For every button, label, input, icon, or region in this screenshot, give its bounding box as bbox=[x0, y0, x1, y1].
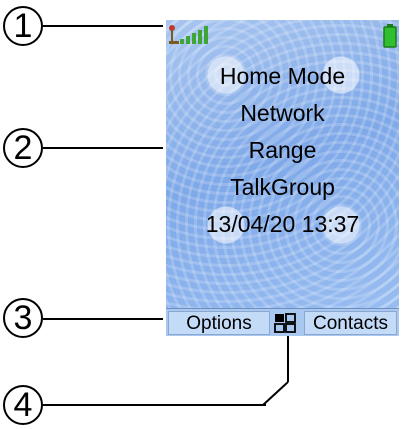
status-bar bbox=[166, 20, 399, 50]
antenna-icon bbox=[169, 25, 179, 44]
callout-4-leader bbox=[43, 404, 266, 406]
callout-4: 4 bbox=[3, 385, 43, 425]
callout-2-leader bbox=[43, 147, 163, 149]
callout-3: 3 bbox=[3, 298, 43, 338]
contacts-softkey[interactable]: Contacts bbox=[304, 311, 397, 335]
menu-grid-icon[interactable] bbox=[274, 313, 296, 333]
callout-1-leader bbox=[43, 25, 163, 27]
options-softkey[interactable]: Options bbox=[168, 311, 270, 335]
range-label: Range bbox=[248, 137, 317, 163]
callout-4-leader-diagonal bbox=[262, 336, 289, 406]
battery-icon bbox=[383, 24, 397, 48]
callout-1: 1 bbox=[3, 6, 43, 46]
softkey-bar: Options Contacts bbox=[166, 308, 399, 336]
callout-2: 2 bbox=[3, 128, 43, 168]
signal-strength-icon bbox=[180, 26, 208, 44]
datetime-label: 13/04/20 13:37 bbox=[205, 211, 360, 237]
talkgroup-label: TalkGroup bbox=[230, 174, 335, 200]
callout-3-leader bbox=[43, 318, 163, 320]
home-info-panel: Home Mode Network Range TalkGroup 13/04/… bbox=[166, 58, 399, 243]
mode-label: Home Mode bbox=[219, 63, 346, 89]
phone-screen: Home Mode Network Range TalkGroup 13/04/… bbox=[166, 20, 399, 336]
network-label: Network bbox=[240, 100, 325, 126]
